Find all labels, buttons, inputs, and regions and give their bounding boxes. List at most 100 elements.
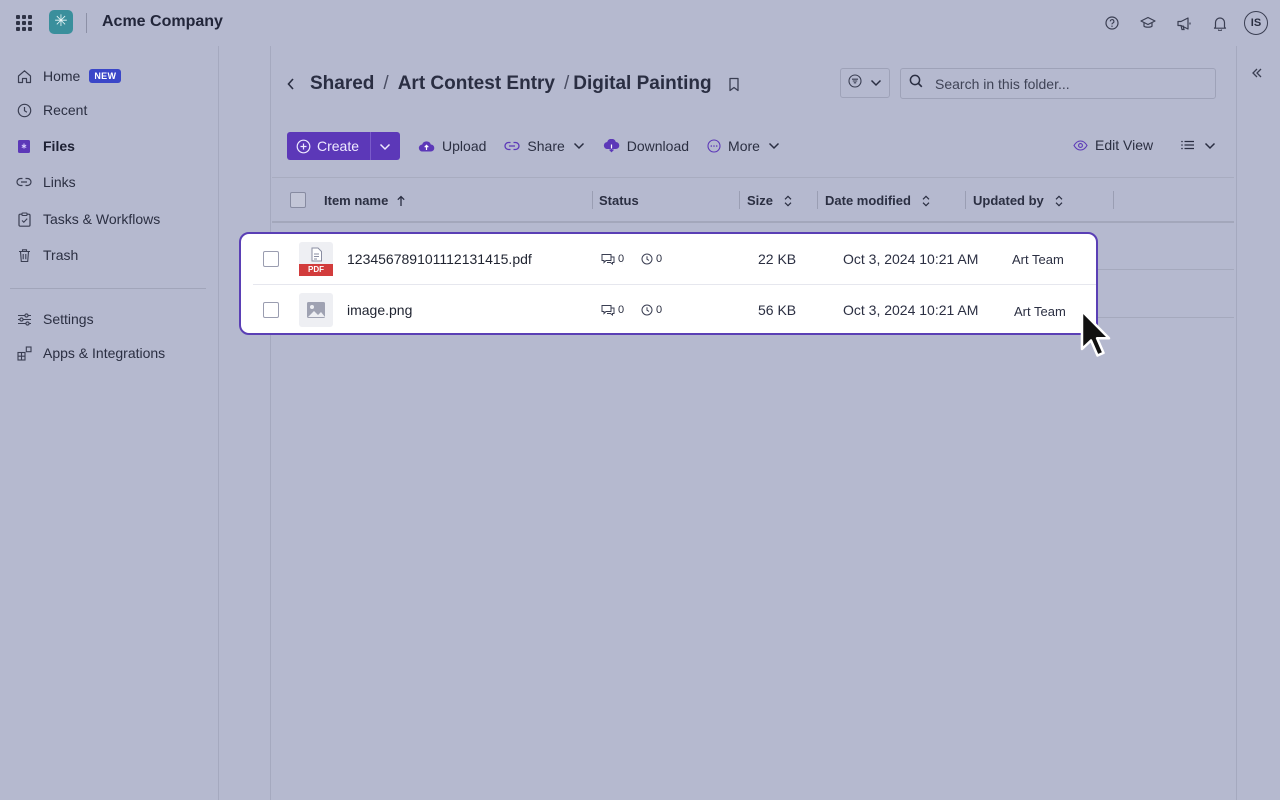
share-label: Share (527, 138, 565, 154)
filter-icon (848, 73, 862, 93)
search-icon (909, 74, 923, 93)
column-header-date-modified[interactable]: Date modified (825, 193, 930, 208)
select-all-checkbox[interactable] (290, 192, 306, 208)
versions-count[interactable]: 0 (641, 304, 662, 316)
view-mode-dropdown[interactable] (1181, 137, 1216, 153)
sidebar-item-label: Links (43, 174, 76, 190)
sidebar-item-settings[interactable]: Settings (16, 307, 94, 331)
sidebar-item-files[interactable]: Files (16, 134, 75, 158)
comments-count[interactable]: 0 (601, 253, 624, 265)
edit-view-label: Edit View (1095, 137, 1154, 153)
breadcrumb: Shared / Art Contest Entry / Digital Pai… (286, 70, 740, 98)
row-checkbox[interactable] (263, 302, 279, 318)
breadcrumb-item-art-contest-entry[interactable]: Art Contest Entry (398, 73, 555, 95)
column-header-item-name[interactable]: Item name (324, 193, 406, 208)
pdf-file-icon: PDF (299, 242, 333, 276)
share-button[interactable]: Share (504, 138, 584, 154)
column-divider[interactable] (1113, 191, 1114, 209)
back-chevron-icon[interactable] (286, 77, 296, 91)
collapse-panel-icon[interactable] (1251, 66, 1263, 84)
top-actions: IS (1100, 11, 1268, 35)
sidebar-item-label: Recent (43, 102, 88, 118)
column-header-size[interactable]: Size (747, 193, 792, 208)
download-label: Download (626, 138, 690, 154)
sidebar-item-links[interactable]: Links (16, 170, 76, 194)
sidebar-item-recent[interactable]: Recent (16, 98, 87, 122)
more-button[interactable]: More (707, 138, 780, 154)
sidebar-item-apps-integrations[interactable]: Apps & Integrations (16, 341, 165, 365)
image-file-icon (299, 293, 333, 327)
column-header-status: Status (599, 193, 639, 208)
row-divider (1098, 269, 1234, 270)
breadcrumb-item-shared[interactable]: Shared (310, 73, 374, 95)
pdf-badge: PDF (308, 265, 324, 274)
download-button[interactable]: Download (603, 138, 689, 154)
home-icon (16, 68, 32, 84)
app-launcher-icon[interactable] (16, 15, 32, 31)
updated-by: Art Team (1014, 304, 1066, 319)
versions-count-value: 0 (656, 253, 663, 265)
file-name[interactable]: 123456789101112131415.pdf (347, 251, 532, 267)
column-divider[interactable] (817, 191, 818, 209)
column-divider[interactable] (739, 191, 740, 209)
sidebar-item-label: Files (43, 138, 75, 154)
table-row[interactable]: image.png 0 0 56 KB Oct 3, 2024 10:21 AM… (241, 285, 1096, 333)
mouse-pointer-icon (1079, 309, 1119, 366)
help-icon[interactable] (1100, 11, 1124, 35)
versions-count-value: 0 (656, 304, 663, 316)
notifications-icon[interactable] (1208, 11, 1232, 35)
file-size: 22 KB (758, 251, 797, 267)
trash-icon (16, 247, 32, 263)
column-divider[interactable] (592, 191, 593, 209)
breadcrumb-separator: / (383, 73, 389, 94)
versions-count[interactable]: 0 (641, 253, 662, 265)
link-icon (16, 174, 32, 190)
sidebar-item-home[interactable]: Home NEW (16, 64, 122, 88)
more-label: More (728, 138, 760, 154)
company-name[interactable]: Acme Company (102, 13, 223, 31)
sliders-icon (16, 311, 32, 327)
date-modified: Oct 3, 2024 10:21 AM (843, 251, 979, 267)
link-icon (504, 141, 521, 151)
plus-circle-icon (296, 139, 311, 154)
table-header: Item name Status Size Date modified Upda… (272, 177, 1234, 223)
chevron-down-icon[interactable] (379, 138, 391, 154)
avatar[interactable]: IS (1244, 11, 1268, 35)
file-name[interactable]: image.png (347, 302, 412, 318)
sidebar-item-trash[interactable]: Trash (16, 243, 78, 267)
create-label: Create (317, 138, 360, 154)
logo-divider (86, 13, 87, 33)
files-icon (16, 138, 32, 154)
sort-icon (922, 194, 930, 207)
row-checkbox[interactable] (263, 251, 279, 267)
column-header-label: Item name (324, 193, 389, 208)
sort-ascending-icon (396, 195, 406, 207)
column-header-label: Date modified (825, 193, 911, 208)
announcements-icon[interactable] (1172, 11, 1196, 35)
chevron-down-icon (870, 74, 882, 92)
company-logo-icon[interactable]: ✳ (49, 10, 73, 34)
comments-count[interactable]: 0 (601, 304, 624, 316)
table-row[interactable]: PDF 123456789101112131415.pdf 0 0 22 KB … (241, 234, 1096, 285)
column-header-updated-by[interactable]: Updated by (973, 193, 1063, 208)
learn-icon[interactable] (1136, 11, 1160, 35)
toolbar: Create Upload Share Download More (287, 132, 780, 160)
more-circle-icon (707, 139, 721, 153)
bookmark-icon[interactable] (728, 77, 740, 92)
search-input[interactable] (933, 74, 1197, 93)
filter-dropdown-button[interactable] (840, 68, 890, 98)
sidebar-item-tasks-workflows[interactable]: Tasks & Workflows (16, 207, 160, 231)
clock-icon (16, 102, 32, 118)
column-divider[interactable] (965, 191, 966, 209)
sidebar-item-label: Apps & Integrations (43, 345, 166, 361)
apps-icon (16, 345, 32, 361)
updated-by: Art Team (1012, 252, 1064, 267)
highlighted-file-rows: PDF 123456789101112131415.pdf 0 0 22 KB … (239, 232, 1098, 335)
clipboard-icon (16, 211, 32, 227)
comments-icon (601, 254, 615, 265)
upload-button[interactable]: Upload (418, 138, 486, 154)
create-button[interactable]: Create (287, 132, 401, 160)
cloud-download-icon (603, 139, 620, 153)
create-divider (370, 132, 372, 160)
edit-view-button[interactable]: Edit View (1073, 137, 1153, 153)
